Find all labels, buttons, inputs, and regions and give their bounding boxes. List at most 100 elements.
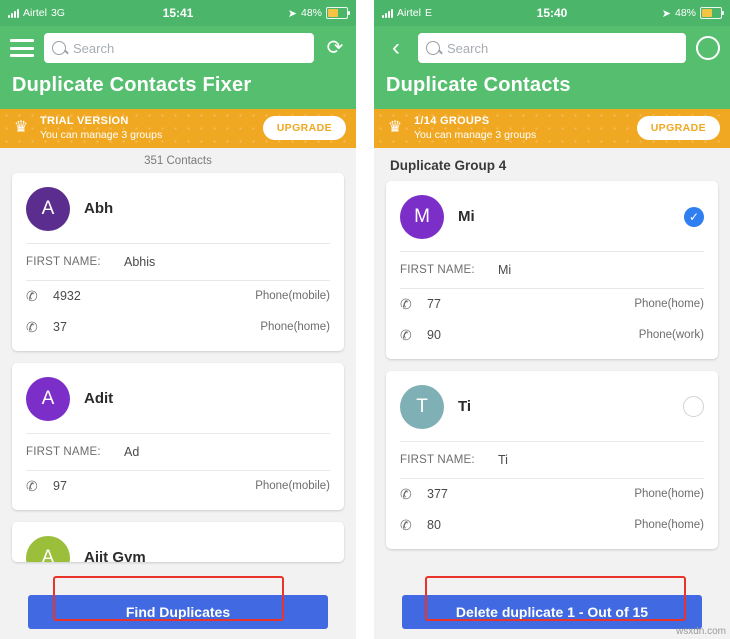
phone-icon: ✆ <box>400 516 412 533</box>
screenshot-root: Airtel 3G 15:41 ➤ 48% Search ⟳ Duplicate… <box>0 0 730 639</box>
phone-number: 77 <box>427 297 441 312</box>
left-phone-screen: Airtel 3G 15:41 ➤ 48% Search ⟳ Duplicate… <box>0 0 356 639</box>
search-input[interactable]: Search <box>418 33 686 63</box>
right-status-bar: Airtel E 15:40 ➤ 48% <box>374 0 730 26</box>
contact-name: Ajit Gym <box>84 549 146 562</box>
upgrade-button[interactable]: UPGRADE <box>636 116 720 141</box>
field-value: Mi <box>498 262 512 277</box>
phone-number: 90 <box>427 328 441 343</box>
left-trial-banner: ♛ TRIAL VERSION You can manage 3 groups … <box>0 109 356 148</box>
avatar: T <box>400 384 444 429</box>
field-label: FIRST NAME: <box>26 445 101 458</box>
avatar: A <box>26 535 70 562</box>
left-banner-text: TRIAL VERSION You can manage 3 groups <box>40 115 162 142</box>
search-placeholder: Search <box>447 40 489 56</box>
phone-row: ✆ 80 Phone(home) <box>386 510 718 541</box>
unselected-checkbox-icon[interactable] <box>683 396 704 418</box>
contact-card-header: M Mi ✓ <box>386 181 718 251</box>
page-title: Duplicate Contacts Fixer <box>12 74 252 96</box>
contact-card[interactable]: A Adit FIRST NAME: Ad ✆ 97 Phone(mobile) <box>12 362 344 510</box>
left-header-row: Search ⟳ <box>10 26 346 70</box>
watermark: wsxdn.com <box>675 626 726 637</box>
phone-icon: ✆ <box>400 295 412 312</box>
left-status-right: ➤ 48% <box>288 7 350 20</box>
phone-row: ✆ 90 Phone(work) <box>386 320 718 351</box>
contact-field-row: FIRST NAME: Ad <box>12 434 344 470</box>
phone-icon: ✆ <box>26 318 38 335</box>
search-input[interactable]: Search <box>44 33 314 63</box>
banner-subtitle: You can manage 3 groups <box>40 128 163 141</box>
selected-checkmark-icon[interactable]: ✓ <box>684 206 704 227</box>
right-app-header: ‹ Search Duplicate Contacts <box>374 26 730 109</box>
phone-row: ✆ 37 Phone(home) <box>12 312 344 343</box>
field-label: FIRST NAME: <box>400 453 475 466</box>
upgrade-button[interactable]: UPGRADE <box>262 116 346 141</box>
battery-percent-label: 48% <box>300 7 322 19</box>
contact-card-header: A Abh <box>12 173 344 243</box>
phone-type: Phone(home) <box>634 488 704 501</box>
field-label: FIRST NAME: <box>26 255 101 268</box>
banner-title: TRIAL VERSION <box>40 115 129 127</box>
contact-name: Adit <box>84 390 114 408</box>
highlight-box <box>53 576 284 621</box>
phone-type: Phone(home) <box>634 298 704 311</box>
phone-number: 377 <box>427 487 448 502</box>
phone-row: ✆ 97 Phone(mobile) <box>12 471 344 502</box>
right-status-right: ➤ 48% <box>661 7 724 20</box>
field-value: Ad <box>124 444 140 459</box>
highlight-box <box>425 576 686 621</box>
phone-type: Phone(mobile) <box>255 480 330 493</box>
duplicate-contact-card[interactable]: T Ti FIRST NAME: Ti ✆ 377 Phone(home) ✆ … <box>386 370 718 549</box>
left-status-bar: Airtel 3G 15:41 ➤ 48% <box>0 0 356 26</box>
phone-number: 97 <box>53 479 67 494</box>
contact-field-row: FIRST NAME: Ti <box>386 442 718 478</box>
crown-icon: ♛ <box>13 119 29 137</box>
right-header-row: ‹ Search <box>384 26 720 70</box>
contact-card-header: A Ajit Gym <box>12 522 344 562</box>
contact-card-header: A Adit <box>12 363 344 433</box>
search-icon <box>426 41 440 55</box>
contact-card[interactable]: A Abh FIRST NAME: Abhis ✆ 4932 Phone(mob… <box>12 172 344 351</box>
back-arrow-icon[interactable]: ‹ <box>384 36 408 60</box>
duplicate-contact-card[interactable]: M Mi ✓ FIRST NAME: Mi ✆ 77 Phone(home) ✆… <box>386 180 718 359</box>
contact-name: Abh <box>84 200 114 218</box>
phone-number: 37 <box>53 320 67 335</box>
field-label: FIRST NAME: <box>400 263 475 276</box>
field-value: Ti <box>498 452 508 467</box>
battery-icon <box>700 7 724 19</box>
contact-card[interactable]: A Ajit Gym <box>12 521 344 562</box>
right-groups-banner: ♛ 1/14 GROUPS You can manage 3 groups UP… <box>374 109 730 148</box>
phone-row: ✆ 4932 Phone(mobile) <box>12 281 344 312</box>
avatar: A <box>26 376 70 421</box>
contact-field-row: FIRST NAME: Abhis <box>12 244 344 280</box>
banner-subtitle: You can manage 3 groups <box>414 128 537 141</box>
field-value: Abhis <box>124 254 156 269</box>
refresh-icon[interactable]: ⟳ <box>324 37 346 59</box>
search-icon <box>52 41 66 55</box>
contact-card-header: T Ti <box>386 371 718 441</box>
phone-type: Phone(mobile) <box>255 290 330 303</box>
location-arrow-icon: ➤ <box>661 7 671 20</box>
page-title: Duplicate Contacts <box>386 74 571 96</box>
left-app-header: Search ⟳ Duplicate Contacts Fixer <box>0 26 356 109</box>
phone-row: ✆ 77 Phone(home) <box>386 289 718 320</box>
battery-percent-label: 48% <box>674 7 696 19</box>
phone-icon: ✆ <box>400 485 412 502</box>
avatar: M <box>400 194 444 239</box>
contact-field-row: FIRST NAME: Mi <box>386 252 718 288</box>
phone-number: 80 <box>427 518 441 533</box>
phone-type: Phone(work) <box>638 329 704 342</box>
contact-name: Mi <box>458 208 475 226</box>
circle-icon[interactable] <box>696 36 720 60</box>
avatar: A <box>26 186 70 231</box>
hamburger-icon[interactable] <box>10 39 34 57</box>
phone-icon: ✆ <box>26 477 38 494</box>
right-banner-text: 1/14 GROUPS You can manage 3 groups <box>414 115 536 142</box>
contact-name: Ti <box>458 398 472 416</box>
phone-icon: ✆ <box>26 287 38 304</box>
phone-row: ✆ 377 Phone(home) <box>386 479 718 510</box>
contacts-count-label: 351 Contacts <box>144 154 212 167</box>
phone-number: 4932 <box>53 289 81 304</box>
right-phone-screen: Airtel E 15:40 ➤ 48% ‹ Search Duplicate … <box>374 0 730 639</box>
duplicate-group-title: Duplicate Group 4 <box>390 157 507 173</box>
